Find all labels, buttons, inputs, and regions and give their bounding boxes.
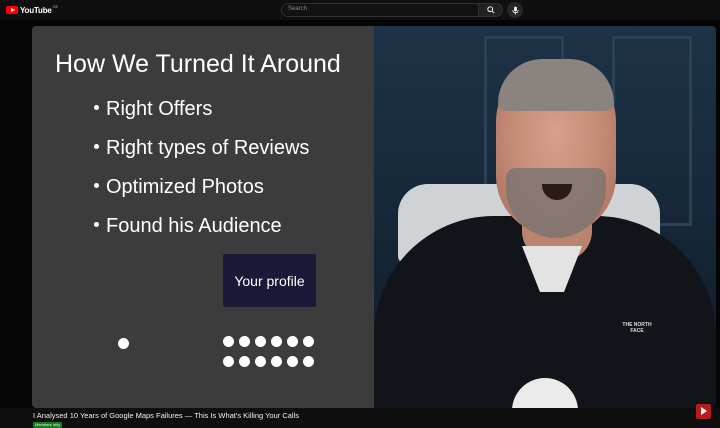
bullet-dot	[94, 222, 99, 228]
grid-dot	[223, 336, 234, 347]
your-profile-box: Your profile	[223, 254, 316, 307]
grid-dot	[223, 356, 234, 367]
youtube-play-icon	[6, 6, 18, 14]
grid-dot	[287, 336, 298, 347]
slide-bullet-list: Right Offers Right types of Reviews Opti…	[94, 90, 309, 246]
slide-bullet: Right types of Reviews	[94, 129, 309, 168]
presenter-hair	[498, 59, 614, 111]
presentation-slide: How We Turned It Around Right Offers Rig…	[32, 26, 374, 408]
presenter-camera-feed: THE NORTH FACE	[374, 26, 716, 408]
video-title[interactable]: I Analysed 10 Years of Google Maps Failu…	[33, 411, 299, 420]
bullet-dot	[94, 144, 99, 150]
voice-search-button[interactable]	[507, 2, 523, 18]
grid-dot	[255, 356, 266, 367]
search-icon	[486, 6, 495, 14]
grid-dot	[271, 336, 282, 347]
bullet-dot	[94, 105, 99, 111]
mic-icon	[511, 6, 519, 14]
search-input[interactable]: Search	[281, 3, 479, 17]
dot-grid	[223, 336, 314, 367]
logo-text: YouTube	[20, 5, 52, 15]
bullet-text: Found his Audience	[106, 215, 282, 237]
single-dot	[118, 338, 129, 349]
grid-dot	[271, 356, 282, 367]
bullet-dot	[94, 183, 99, 189]
search-button[interactable]	[479, 3, 503, 17]
grid-dot	[239, 336, 250, 347]
slide-bullet: Optimized Photos	[94, 168, 309, 207]
bullet-text: Right Offers	[106, 98, 213, 120]
youtube-logo[interactable]: YouTube DE	[6, 4, 58, 16]
grid-dot	[303, 356, 314, 367]
grid-dot	[255, 336, 266, 347]
slide-bullet: Right Offers	[94, 90, 309, 129]
video-player[interactable]: How We Turned It Around Right Offers Rig…	[0, 20, 720, 419]
grid-dot	[303, 336, 314, 347]
jacket-logo: THE NORTH FACE	[622, 322, 652, 334]
grid-dot	[287, 356, 298, 367]
slide-title: How We Turned It Around	[55, 50, 341, 78]
bullet-text: Right types of Reviews	[106, 137, 310, 159]
search-placeholder: Search	[288, 6, 308, 12]
bullet-text: Optimized Photos	[106, 176, 264, 198]
top-bar: YouTube DE Search	[0, 0, 720, 20]
channel-watermark-icon[interactable]	[696, 404, 711, 419]
members-only-badge: Members only	[33, 422, 63, 428]
grid-dot	[239, 356, 250, 367]
logo-country-code: DE	[52, 3, 59, 9]
slide-bullet: Found his Audience	[94, 207, 309, 246]
